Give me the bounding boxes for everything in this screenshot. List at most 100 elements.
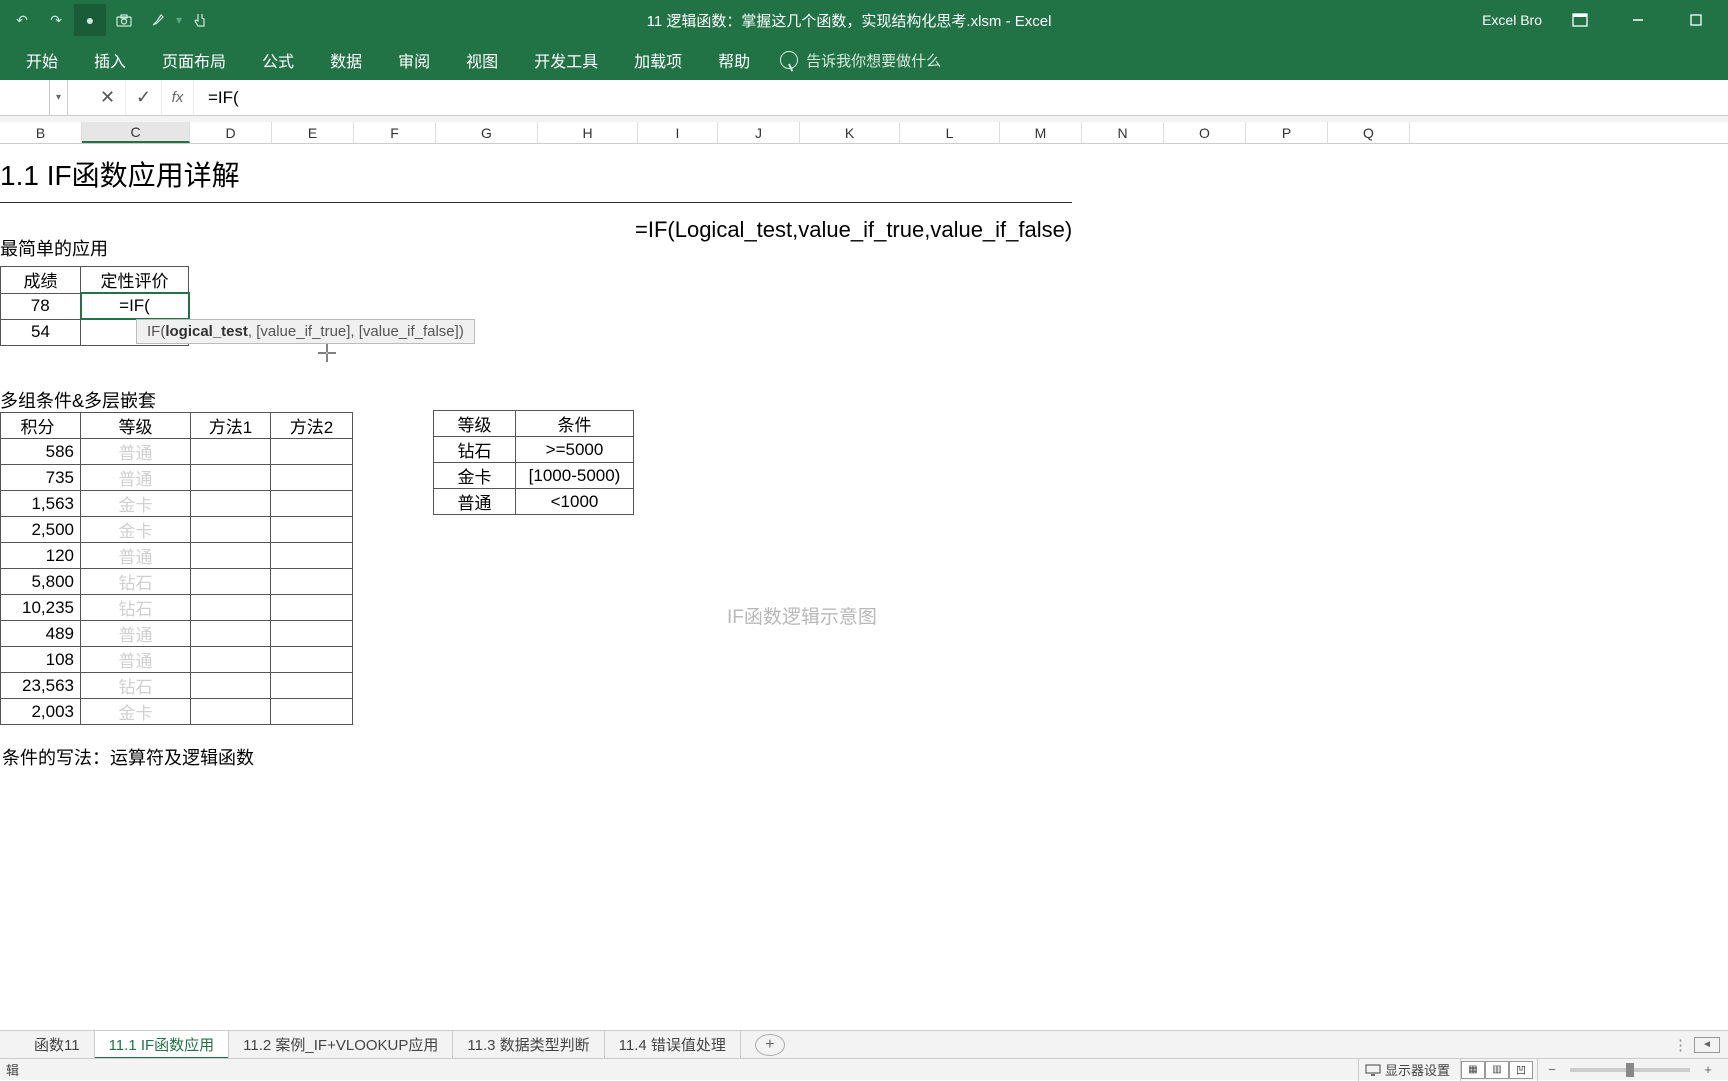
cell[interactable] bbox=[191, 439, 271, 465]
cell[interactable]: 2,500 bbox=[1, 517, 81, 543]
cell[interactable]: [1000-5000) bbox=[516, 463, 634, 489]
cell[interactable]: 78 bbox=[1, 293, 81, 319]
user-name[interactable]: Excel Bro bbox=[1482, 12, 1542, 28]
cell[interactable]: 钻石 bbox=[81, 595, 191, 621]
name-box[interactable] bbox=[0, 80, 50, 115]
cell[interactable]: 489 bbox=[1, 621, 81, 647]
cell[interactable] bbox=[191, 647, 271, 673]
view-pagelayout-icon[interactable]: ▥ bbox=[1485, 1061, 1509, 1079]
cell[interactable]: 钻石 bbox=[81, 673, 191, 699]
col-header-L[interactable]: L bbox=[900, 122, 1000, 143]
scroll-left-icon[interactable]: ◄ bbox=[1694, 1037, 1720, 1053]
cell[interactable] bbox=[191, 673, 271, 699]
qat-undo-icon[interactable]: ↶ bbox=[6, 4, 38, 36]
ribbon-tab-help[interactable]: 帮助 bbox=[700, 40, 768, 80]
view-normal-icon[interactable]: ▦ bbox=[1461, 1061, 1485, 1079]
cell[interactable]: 普通 bbox=[81, 465, 191, 491]
cell[interactable]: 普通 bbox=[81, 543, 191, 569]
cell[interactable]: >=5000 bbox=[516, 437, 634, 463]
cell[interactable]: 5,800 bbox=[1, 569, 81, 595]
cell[interactable] bbox=[271, 647, 353, 673]
cell[interactable]: 54 bbox=[1, 319, 81, 345]
cell[interactable]: 钻石 bbox=[81, 569, 191, 595]
name-box-dropdown-icon[interactable]: ▾ bbox=[50, 80, 68, 115]
col-header-F[interactable]: F bbox=[354, 122, 436, 143]
qat-redo-icon[interactable]: ↷ bbox=[40, 4, 72, 36]
col-header-E[interactable]: E bbox=[272, 122, 354, 143]
ribbon-tab-data[interactable]: 数据 bbox=[312, 40, 380, 80]
cell[interactable] bbox=[191, 517, 271, 543]
cell[interactable] bbox=[191, 699, 271, 725]
col-header-I[interactable]: I bbox=[638, 122, 718, 143]
col-header-C[interactable]: C bbox=[82, 122, 190, 143]
cell[interactable] bbox=[191, 569, 271, 595]
ribbon-tab-developer[interactable]: 开发工具 bbox=[516, 40, 616, 80]
zoom-out-button[interactable]: − bbox=[1544, 1062, 1560, 1077]
sheet-tab[interactable]: 11.2 案例_IF+VLOOKUP应用 bbox=[229, 1031, 453, 1059]
cell[interactable]: 金卡 bbox=[81, 517, 191, 543]
cell[interactable]: 普通 bbox=[81, 621, 191, 647]
cell[interactable] bbox=[271, 595, 353, 621]
cell[interactable] bbox=[271, 699, 353, 725]
cell[interactable]: 钻石 bbox=[434, 437, 516, 463]
col-header-P[interactable]: P bbox=[1246, 122, 1328, 143]
cell[interactable]: 普通 bbox=[81, 439, 191, 465]
col-header-N[interactable]: N bbox=[1082, 122, 1164, 143]
qat-touch-icon[interactable] bbox=[184, 4, 216, 36]
cell[interactable] bbox=[191, 543, 271, 569]
cell[interactable]: 金卡 bbox=[434, 463, 516, 489]
col-header-B[interactable]: B bbox=[0, 122, 82, 143]
minimize-icon[interactable] bbox=[1618, 4, 1658, 36]
ribbon-tab-view[interactable]: 视图 bbox=[448, 40, 516, 80]
cell[interactable]: 120 bbox=[1, 543, 81, 569]
fx-icon[interactable]: fx bbox=[162, 80, 194, 115]
qat-brush-icon[interactable] bbox=[142, 4, 174, 36]
formula-input[interactable]: =IF( bbox=[194, 80, 1728, 115]
cell[interactable]: 10,235 bbox=[1, 595, 81, 621]
col-header-J[interactable]: J bbox=[718, 122, 800, 143]
cell[interactable]: 586 bbox=[1, 439, 81, 465]
ribbon-tab-pagelayout[interactable]: 页面布局 bbox=[144, 40, 244, 80]
add-sheet-button[interactable]: + bbox=[755, 1034, 785, 1056]
tell-me-search[interactable]: 告诉我你想要做什么 bbox=[780, 50, 941, 71]
cell[interactable] bbox=[191, 491, 271, 517]
cell[interactable]: 普通 bbox=[81, 647, 191, 673]
sheet-tab[interactable]: 11.3 数据类型判断 bbox=[453, 1031, 604, 1059]
cell[interactable] bbox=[271, 621, 353, 647]
sheet-tab[interactable]: 11.1 IF函数应用 bbox=[95, 1031, 230, 1059]
view-pagebreak-icon[interactable]: 凹 bbox=[1509, 1061, 1533, 1079]
cell[interactable]: <1000 bbox=[516, 489, 634, 515]
ribbon-tab-review[interactable]: 审阅 bbox=[380, 40, 448, 80]
qat-dropdown-icon[interactable]: ▾ bbox=[176, 13, 182, 27]
tab-options-icon[interactable]: ⋮ bbox=[1673, 1036, 1688, 1054]
worksheet[interactable]: 1.1 IF函数应用详解 最简单的应用 =IF(Logical_test,val… bbox=[0, 144, 1728, 924]
cell[interactable]: 23,563 bbox=[1, 673, 81, 699]
cell[interactable] bbox=[271, 673, 353, 699]
sheet-tab[interactable]: 11.4 错误值处理 bbox=[605, 1031, 741, 1059]
cell[interactable] bbox=[271, 439, 353, 465]
ribbon-tab-formulas[interactable]: 公式 bbox=[244, 40, 312, 80]
col-header-D[interactable]: D bbox=[190, 122, 272, 143]
cell[interactable] bbox=[191, 595, 271, 621]
qat-save-icon[interactable]: ● bbox=[74, 4, 106, 36]
cell[interactable] bbox=[271, 465, 353, 491]
col-header-Q[interactable]: Q bbox=[1328, 122, 1410, 143]
cell[interactable]: 1,563 bbox=[1, 491, 81, 517]
zoom-in-button[interactable]: + bbox=[1700, 1062, 1716, 1077]
ribbon-tab-addins[interactable]: 加载项 bbox=[616, 40, 700, 80]
cell[interactable] bbox=[271, 517, 353, 543]
cell[interactable]: 735 bbox=[1, 465, 81, 491]
sheet-tab[interactable]: 函数11 bbox=[20, 1031, 95, 1059]
col-header-M[interactable]: M bbox=[1000, 122, 1082, 143]
ribbon-tab-home[interactable]: 开始 bbox=[8, 40, 76, 80]
ribbon-tab-insert[interactable]: 插入 bbox=[76, 40, 144, 80]
col-header-O[interactable]: O bbox=[1164, 122, 1246, 143]
cancel-formula-icon[interactable]: ✕ bbox=[90, 80, 126, 115]
cell[interactable] bbox=[271, 543, 353, 569]
cell[interactable]: 108 bbox=[1, 647, 81, 673]
cell[interactable] bbox=[191, 621, 271, 647]
cell[interactable]: =IF( bbox=[81, 293, 189, 319]
maximize-icon[interactable] bbox=[1676, 4, 1716, 36]
cell[interactable] bbox=[271, 491, 353, 517]
cell[interactable]: 2,003 bbox=[1, 699, 81, 725]
